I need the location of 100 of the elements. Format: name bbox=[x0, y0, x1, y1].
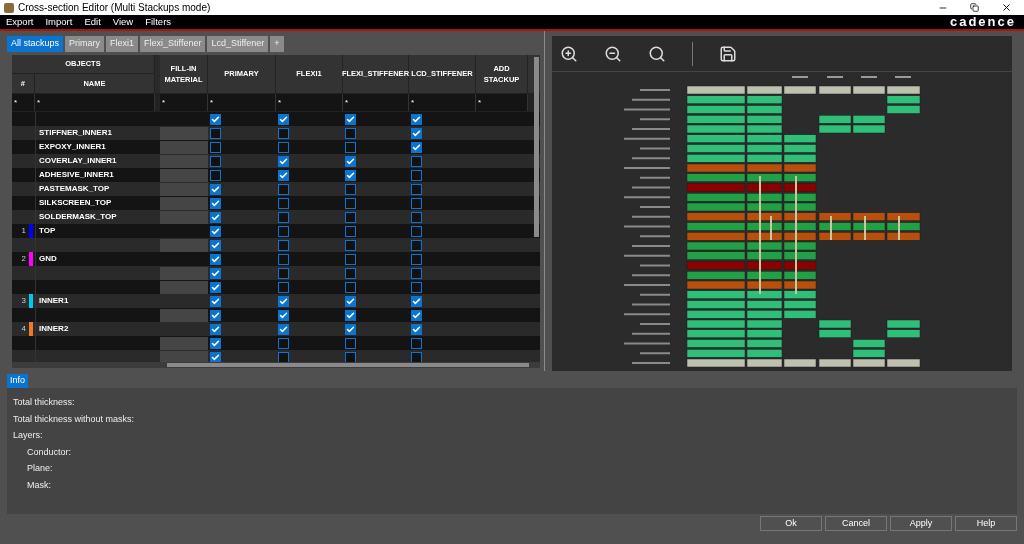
filter-field[interactable]: * bbox=[276, 94, 343, 111]
checkbox[interactable] bbox=[210, 169, 221, 181]
checkbox[interactable] bbox=[210, 197, 221, 209]
checkbox[interactable] bbox=[411, 337, 422, 349]
dialog-button[interactable]: Ok bbox=[760, 516, 822, 531]
fill-in-material-cell[interactable] bbox=[160, 238, 208, 252]
dialog-button[interactable]: Apply bbox=[890, 516, 952, 531]
checkbox[interactable] bbox=[210, 309, 221, 321]
checkbox[interactable] bbox=[411, 113, 422, 125]
checkbox[interactable] bbox=[210, 225, 221, 237]
checkbox[interactable] bbox=[411, 183, 422, 195]
checkbox[interactable] bbox=[411, 351, 422, 362]
checkbox[interactable] bbox=[345, 225, 356, 237]
checkbox[interactable] bbox=[278, 113, 289, 125]
filter-field[interactable]: * bbox=[35, 94, 155, 111]
checkbox[interactable] bbox=[345, 155, 356, 167]
checkbox[interactable] bbox=[210, 127, 221, 139]
tab[interactable]: Info bbox=[7, 374, 28, 388]
checkbox[interactable] bbox=[210, 337, 221, 349]
fill-in-material-cell[interactable] bbox=[160, 280, 208, 294]
vertical-scrollbar[interactable] bbox=[534, 57, 539, 237]
checkbox[interactable] bbox=[411, 169, 422, 181]
filter-field[interactable]: * bbox=[409, 94, 476, 111]
checkbox[interactable] bbox=[345, 295, 356, 307]
checkbox[interactable] bbox=[345, 239, 356, 251]
checkbox[interactable] bbox=[278, 295, 289, 307]
filter-field[interactable]: * bbox=[343, 94, 409, 111]
dialog-button[interactable]: Help bbox=[955, 516, 1017, 531]
zoom-in-icon[interactable] bbox=[560, 44, 578, 63]
zoom-out-icon[interactable] bbox=[604, 44, 622, 63]
checkbox[interactable] bbox=[345, 253, 356, 265]
checkbox[interactable] bbox=[411, 211, 422, 223]
fill-in-material-cell[interactable] bbox=[160, 210, 208, 224]
fill-in-material-cell[interactable] bbox=[160, 168, 208, 182]
checkbox[interactable] bbox=[345, 323, 356, 335]
checkbox[interactable] bbox=[278, 253, 289, 265]
checkbox[interactable] bbox=[278, 281, 289, 293]
checkbox[interactable] bbox=[411, 197, 422, 209]
checkbox[interactable] bbox=[278, 155, 289, 167]
checkbox[interactable] bbox=[210, 351, 221, 362]
checkbox[interactable] bbox=[278, 309, 289, 321]
checkbox[interactable] bbox=[278, 211, 289, 223]
checkbox[interactable] bbox=[345, 351, 356, 362]
fill-in-material-cell[interactable] bbox=[160, 336, 208, 350]
checkbox[interactable] bbox=[411, 295, 422, 307]
checkbox[interactable] bbox=[278, 197, 289, 209]
checkbox[interactable] bbox=[278, 169, 289, 181]
checkbox[interactable] bbox=[278, 323, 289, 335]
checkbox[interactable] bbox=[411, 253, 422, 265]
checkbox[interactable] bbox=[345, 197, 356, 209]
checkbox[interactable] bbox=[411, 141, 422, 153]
checkbox[interactable] bbox=[345, 281, 356, 293]
checkbox[interactable] bbox=[210, 211, 221, 223]
checkbox[interactable] bbox=[411, 267, 422, 279]
filter-field[interactable]: * bbox=[160, 94, 208, 111]
checkbox[interactable] bbox=[278, 225, 289, 237]
checkbox[interactable] bbox=[210, 155, 221, 167]
horizontal-scrollbar[interactable] bbox=[167, 363, 529, 367]
checkbox[interactable] bbox=[210, 281, 221, 293]
checkbox[interactable] bbox=[345, 127, 356, 139]
checkbox[interactable] bbox=[278, 337, 289, 349]
fill-in-material-cell[interactable] bbox=[160, 350, 208, 362]
checkbox[interactable] bbox=[411, 281, 422, 293]
checkbox[interactable] bbox=[345, 141, 356, 153]
dialog-button[interactable]: Cancel bbox=[825, 516, 887, 531]
menu-item[interactable]: Edit bbox=[78, 14, 107, 30]
checkbox[interactable] bbox=[411, 127, 422, 139]
filter-field[interactable]: * bbox=[12, 94, 35, 111]
fill-in-material-cell[interactable] bbox=[160, 140, 208, 154]
checkbox[interactable] bbox=[210, 323, 221, 335]
checkbox[interactable] bbox=[210, 267, 221, 279]
checkbox[interactable] bbox=[345, 169, 356, 181]
filter-field[interactable]: * bbox=[208, 94, 276, 111]
filter-field[interactable]: * bbox=[476, 94, 528, 111]
fill-in-material-cell[interactable] bbox=[160, 126, 208, 140]
checkbox[interactable] bbox=[345, 309, 356, 321]
checkbox[interactable] bbox=[278, 351, 289, 362]
fill-in-material-cell[interactable] bbox=[160, 154, 208, 168]
checkbox[interactable] bbox=[411, 309, 422, 321]
checkbox[interactable] bbox=[210, 295, 221, 307]
checkbox[interactable] bbox=[278, 183, 289, 195]
checkbox[interactable] bbox=[345, 211, 356, 223]
checkbox[interactable] bbox=[411, 323, 422, 335]
save-icon[interactable] bbox=[719, 44, 737, 63]
checkbox[interactable] bbox=[411, 225, 422, 237]
tab[interactable]: All stackups bbox=[7, 36, 64, 52]
checkbox[interactable] bbox=[278, 127, 289, 139]
checkbox[interactable] bbox=[210, 253, 221, 265]
menu-item[interactable]: View bbox=[106, 14, 140, 30]
restore-icon[interactable] bbox=[970, 3, 979, 12]
checkbox[interactable] bbox=[411, 155, 422, 167]
fill-in-material-cell[interactable] bbox=[160, 308, 208, 322]
menu-item[interactable]: Filters bbox=[139, 14, 178, 30]
zoom-fit-icon[interactable] bbox=[648, 44, 666, 63]
checkbox[interactable] bbox=[278, 141, 289, 153]
close-icon[interactable] bbox=[1001, 2, 1012, 13]
checkbox[interactable] bbox=[278, 239, 289, 251]
fill-in-material-cell[interactable] bbox=[160, 182, 208, 196]
checkbox[interactable] bbox=[345, 337, 356, 349]
checkbox[interactable] bbox=[210, 141, 221, 153]
